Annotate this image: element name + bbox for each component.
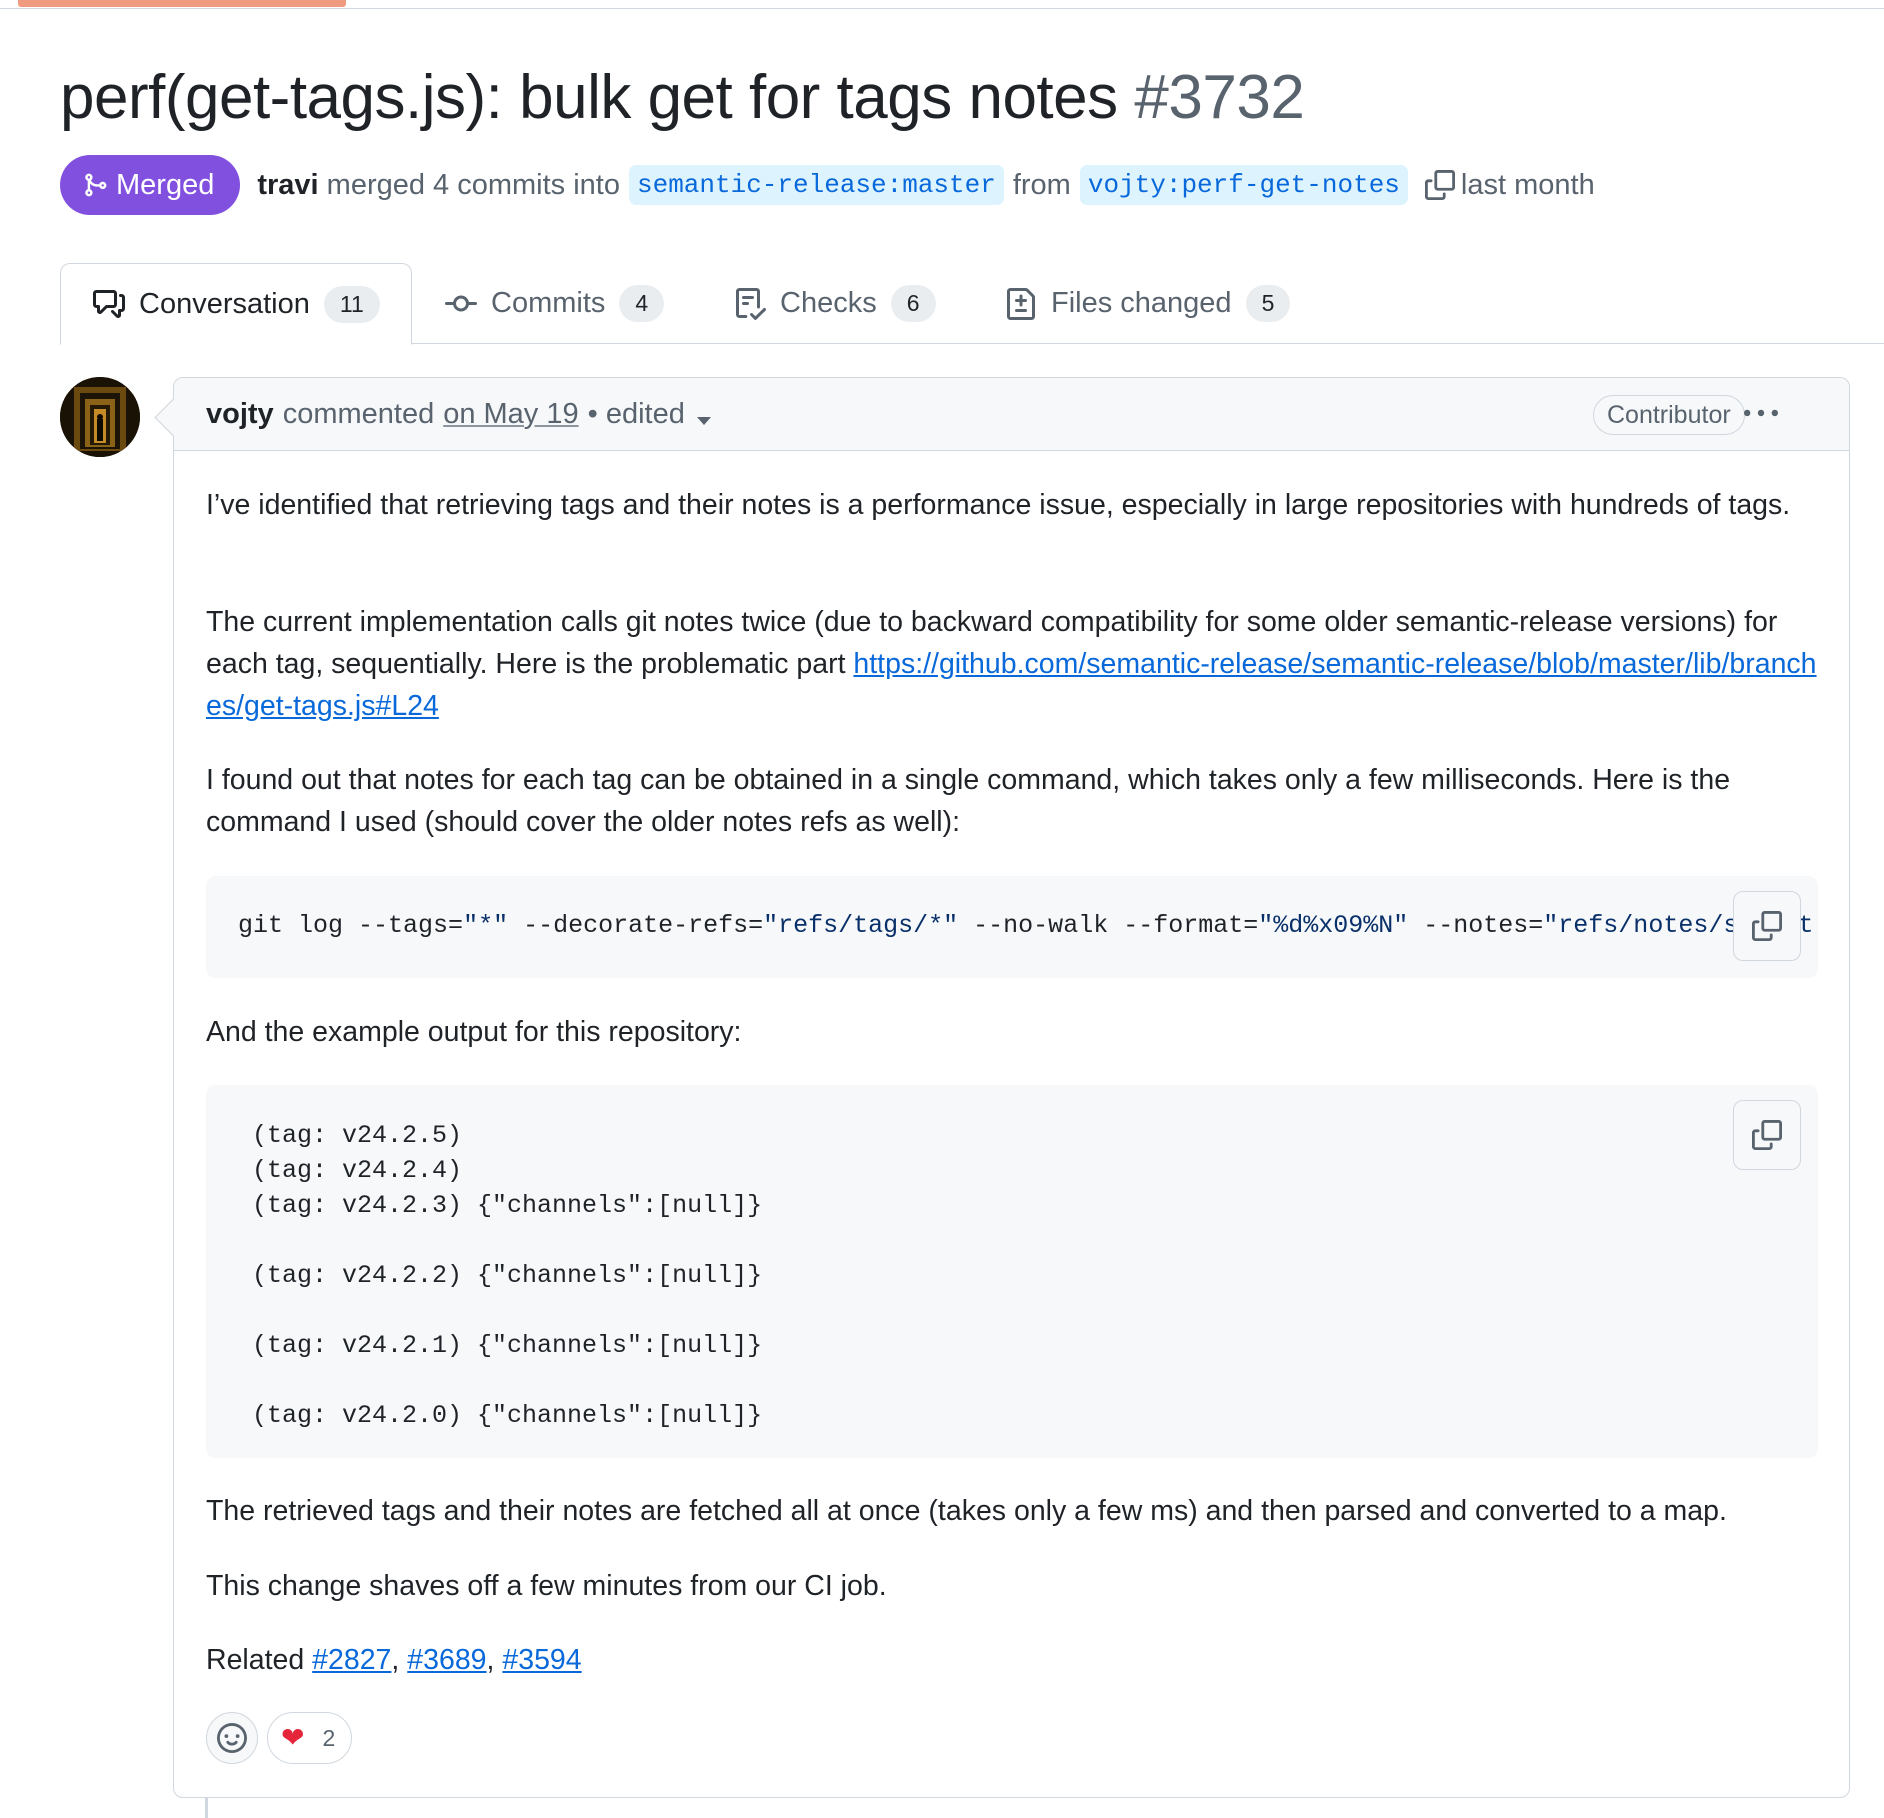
heart-reaction-button[interactable]: ❤ 2: [267, 1712, 353, 1764]
command-code-block: git log --tags="*" --decorate-refs="refs…: [206, 876, 1818, 978]
tab-checks[interactable]: Checks 6: [734, 263, 936, 344]
tab-commits-label: Commits: [491, 287, 606, 319]
comment-discussion-icon: [93, 288, 125, 320]
git-commit-icon: [445, 288, 477, 320]
tab-conversation[interactable]: Conversation 11: [60, 263, 412, 345]
related-issue-link[interactable]: #2827: [312, 1644, 391, 1676]
code-flag: --tags=: [358, 911, 464, 940]
avatar-image: [60, 377, 140, 457]
tab-commits-count: 4: [619, 285, 665, 322]
reactions-bar: ❤ 2: [206, 1712, 353, 1764]
comment-box: vojty commented on May 19 • edited Contr…: [173, 377, 1850, 1798]
timeline-line: [205, 1798, 208, 1818]
pr-tabs: Conversation 11 Commits 4 Checks 6 Files…: [60, 263, 1884, 345]
copy-icon: [1424, 170, 1455, 200]
code-flag: --notes=: [1408, 911, 1544, 940]
related-issue-link[interactable]: #3594: [502, 1644, 581, 1676]
from-text: from: [1012, 168, 1071, 201]
tab-conversation-count: 11: [323, 285, 380, 323]
copy-command-button[interactable]: [1733, 891, 1801, 961]
related-separator: ,: [391, 1644, 408, 1676]
pr-meta: Merged travi merged 4 commits into seman…: [60, 155, 1595, 215]
add-reaction-button[interactable]: [206, 1712, 258, 1764]
paragraph-5: The retrieved tags and their notes are f…: [206, 1495, 1727, 1527]
merge-text: merged 4 commits into: [326, 168, 620, 201]
kebab-horizontal-icon: [1744, 409, 1778, 417]
comment-header: vojty commented on May 19 • edited Contr…: [174, 378, 1849, 451]
tab-commits[interactable]: Commits 4: [445, 263, 665, 344]
output-line: (tag: v24.2.5): [252, 1121, 463, 1150]
output-code[interactable]: (tag: v24.2.5) (tag: v24.2.4) (tag: v24.…: [252, 1118, 762, 1433]
pr-number: #3732: [1134, 63, 1305, 132]
copy-icon: [1752, 911, 1782, 941]
output-line: (tag: v24.2.3) {"channels":[null]}: [252, 1191, 763, 1220]
file-diff-icon: [1005, 287, 1037, 320]
output-code-block: (tag: v24.2.5) (tag: v24.2.4) (tag: v24.…: [206, 1085, 1818, 1458]
paragraph-4: And the example output for this reposito…: [206, 1016, 742, 1048]
edited-dropdown[interactable]: edited: [606, 398, 711, 431]
code-flag: --decorate-refs=: [508, 911, 764, 940]
copy-icon: [1752, 1120, 1782, 1150]
related-issue-link[interactable]: #3689: [407, 1644, 486, 1676]
output-line: (tag: v24.2.2) {"channels":[null]}: [252, 1261, 763, 1290]
base-branch[interactable]: semantic-release:master: [628, 165, 1004, 205]
output-line: (tag: v24.2.0) {"channels":[null]}: [252, 1401, 763, 1430]
related-label: Related: [206, 1644, 305, 1676]
paragraph-6: This change shaves off a few minutes fro…: [206, 1570, 887, 1602]
output-line: (tag: v24.2.4): [252, 1156, 463, 1185]
related-separator: ,: [486, 1644, 503, 1676]
chevron-down-icon: [696, 416, 711, 425]
merged-label: Merged: [116, 168, 215, 201]
related-paragraph: Related #2827, #3689, #3594: [206, 1639, 582, 1681]
tab-checks-count: 6: [890, 285, 936, 322]
code-string: "refs/tags/*": [763, 911, 959, 940]
avatar[interactable]: [60, 377, 140, 457]
comment-options-button[interactable]: [1738, 396, 1784, 432]
merger-link[interactable]: travi: [257, 169, 318, 202]
head-branch[interactable]: vojty:perf-get-notes: [1079, 165, 1408, 205]
merged-time: last month: [1460, 168, 1595, 201]
comment-separator: •: [587, 397, 598, 430]
checklist-icon: [734, 287, 766, 320]
code-git: git log: [238, 911, 359, 940]
tab-files-changed[interactable]: Files changed 5: [1005, 263, 1291, 344]
paragraph-3: I found out that notes for each tag can …: [206, 764, 1731, 838]
code-string: "*": [463, 911, 509, 940]
contributor-badge: Contributor: [1593, 395, 1745, 435]
git-merge-icon: [85, 173, 107, 197]
paragraph-2: The current implementation calls git not…: [206, 601, 1818, 727]
copy-output-button[interactable]: [1733, 1100, 1801, 1170]
top-progress-bar: [0, 0, 1884, 9]
tab-conversation-label: Conversation: [139, 287, 310, 320]
output-line: (tag: v24.2.1) {"channels":[null]}: [252, 1331, 763, 1360]
paragraph-1: I’ve identified that retrieving tags and…: [206, 489, 1791, 521]
command-code[interactable]: git log --tags="*" --decorate-refs="refs…: [238, 908, 1813, 944]
code-string: "%d%x09%N": [1258, 911, 1409, 940]
edited-label: edited: [605, 397, 685, 430]
tab-files-count: 5: [1245, 285, 1291, 322]
progress-accent: [18, 0, 346, 7]
smiley-icon: [217, 1723, 247, 1753]
pr-title: perf(get-tags.js): bulk get for tags not…: [60, 62, 1305, 133]
tab-checks-label: Checks: [780, 287, 877, 319]
merged-state-badge: Merged: [60, 155, 241, 215]
comment-action: commented: [282, 397, 435, 430]
heart-emoji: ❤: [281, 1722, 305, 1753]
copy-branch-button[interactable]: [1424, 170, 1455, 200]
pr-title-text: perf(get-tags.js): bulk get for tags not…: [60, 63, 1118, 132]
comment-author-link[interactable]: vojty: [206, 398, 274, 431]
code-flag: --no-walk --format=: [958, 911, 1259, 940]
tab-files-label: Files changed: [1051, 287, 1232, 319]
heart-count: 2: [322, 1724, 336, 1751]
comment-date-link[interactable]: on May 19: [443, 398, 578, 431]
